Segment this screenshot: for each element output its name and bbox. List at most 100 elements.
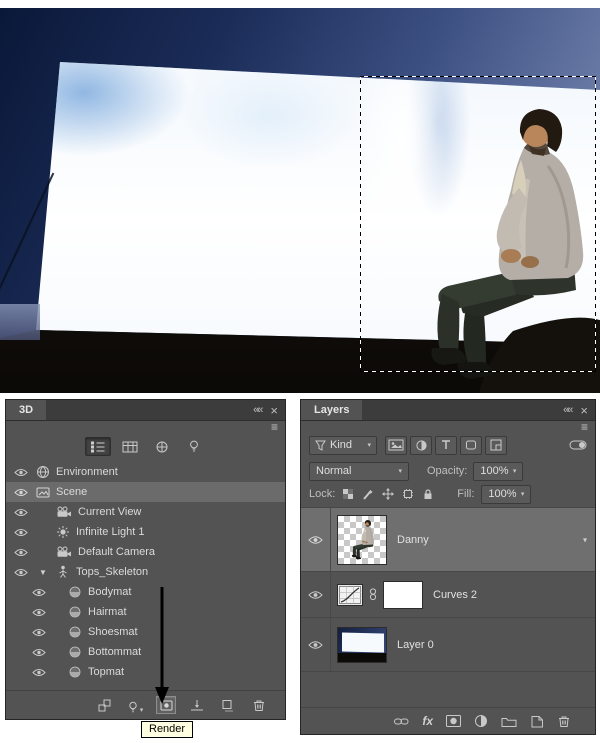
- 3d-row-bottommat[interactable]: Bottommat: [6, 642, 285, 662]
- 3d-row-label: Tops_Skeleton: [76, 566, 149, 578]
- lock-paint-icon[interactable]: [362, 488, 374, 500]
- visibility-eye-icon[interactable]: [12, 548, 30, 557]
- cubes-icon[interactable]: [94, 696, 114, 714]
- new-adjustment-layer-icon[interactable]: [474, 714, 488, 728]
- 3d-row-environment[interactable]: Environment: [6, 462, 285, 482]
- tab-3d[interactable]: 3D: [6, 400, 47, 420]
- 3d-row-label: Hairmat: [88, 606, 127, 618]
- filter-meshes-button[interactable]: [117, 437, 143, 456]
- 3d-row-default-camera[interactable]: Default Camera: [6, 542, 285, 562]
- collapse-panel-icon[interactable]: ««: [563, 404, 573, 416]
- shadow-icon[interactable]: [218, 696, 238, 714]
- panel-menu-icon[interactable]: ≡: [581, 420, 588, 434]
- visibility-eye-icon[interactable]: [12, 488, 30, 497]
- visibility-eye-icon[interactable]: [12, 508, 30, 517]
- chevron-down-icon[interactable]: ▾: [583, 535, 587, 544]
- layer-name: Curves 2: [433, 588, 478, 601]
- layer-name: Danny: [397, 533, 429, 546]
- collapse-panel-icon[interactable]: ««: [253, 404, 263, 416]
- lock-move-icon[interactable]: [382, 488, 395, 500]
- layer-row-danny[interactable]: Danny ▾: [301, 508, 595, 572]
- 3d-row-label: Current View: [78, 506, 142, 518]
- 3d-row-current-view[interactable]: Current View: [6, 502, 285, 522]
- lock-artboard-icon[interactable]: [402, 488, 414, 500]
- 3d-row-label: Infinite Light 1: [76, 526, 145, 538]
- lock-transparency-icon[interactable]: [342, 488, 354, 500]
- layer-style-fx-icon[interactable]: fx: [422, 714, 433, 728]
- kind-label: Kind: [330, 439, 353, 451]
- new-group-icon[interactable]: [501, 715, 517, 728]
- caret-down-icon: ▾: [520, 490, 525, 498]
- material-icon: [68, 645, 82, 659]
- expander-open-icon[interactable]: ▼: [36, 568, 50, 577]
- 3d-row-label: Bottommat: [88, 646, 142, 658]
- filter-whole-scene-button[interactable]: [84, 437, 111, 456]
- add-mask-icon[interactable]: [446, 715, 461, 727]
- filter-type-layers-button[interactable]: [435, 435, 457, 455]
- 3d-row-scene[interactable]: Scene: [6, 482, 285, 502]
- adjustment-layer-thumbnail[interactable]: [337, 583, 363, 606]
- 3d-row-bodymat[interactable]: Bodymat: [6, 582, 285, 602]
- 3d-row-shoesmat[interactable]: Shoesmat: [6, 622, 285, 642]
- visibility-eye-icon[interactable]: [30, 648, 48, 657]
- delete-layer-icon[interactable]: [557, 715, 571, 728]
- material-icon: [68, 585, 82, 599]
- selection-marching-ants[interactable]: [360, 76, 596, 372]
- kind-filter-select[interactable]: Kind ▾: [309, 435, 377, 455]
- 3d-row-label: Topmat: [88, 666, 125, 678]
- light-bulb-icon[interactable]: ▾: [125, 696, 145, 714]
- filter-adjustment-layers-button[interactable]: [410, 435, 432, 455]
- trash-icon[interactable]: [249, 696, 269, 714]
- caret-down-icon: ▾: [512, 467, 517, 475]
- filter-materials-button[interactable]: [149, 437, 175, 456]
- 3d-panel-header: 3D «« ×: [6, 400, 285, 421]
- opacity-value: 100%: [480, 465, 509, 477]
- close-panel-icon[interactable]: ×: [580, 403, 588, 418]
- blend-mode-select[interactable]: Normal ▾: [309, 461, 409, 481]
- layer-row-curves-2[interactable]: Curves 2: [301, 572, 595, 618]
- tab-layers[interactable]: Layers: [301, 400, 363, 420]
- camera-icon: [56, 506, 72, 518]
- layer-row-layer-0[interactable]: Layer 0: [301, 618, 595, 672]
- 3d-row-label: Bodymat: [88, 586, 132, 598]
- new-layer-icon[interactable]: [530, 715, 544, 728]
- filter-lights-button[interactable]: [181, 437, 207, 456]
- visibility-eye-icon[interactable]: [30, 608, 48, 617]
- filter-smart-objects-button[interactable]: [485, 435, 507, 455]
- visibility-eye-icon[interactable]: [12, 528, 30, 537]
- visibility-eye-icon[interactable]: [301, 618, 331, 671]
- layer-thumbnail[interactable]: [337, 514, 387, 565]
- 3d-panel: 3D «« × ≡ Environment Scene Current View…: [5, 399, 286, 720]
- visibility-eye-icon[interactable]: [30, 588, 48, 597]
- visibility-eye-icon[interactable]: [12, 468, 30, 477]
- opacity-select[interactable]: 100% ▾: [473, 461, 524, 481]
- fill-select[interactable]: 100% ▾: [481, 484, 532, 504]
- 3d-row-topmat[interactable]: Topmat: [6, 662, 285, 682]
- fill-label: Fill:: [457, 488, 475, 500]
- lock-all-icon[interactable]: [422, 488, 434, 500]
- filter-pixel-layers-button[interactable]: [385, 435, 407, 455]
- canvas-photo[interactable]: [0, 8, 600, 393]
- scene-tree-icon: [90, 441, 104, 453]
- workspace: 3D «« × ≡ Environment Scene Current View…: [0, 0, 600, 743]
- 3d-row-tops-skeleton[interactable]: ▼ Tops_Skeleton: [6, 562, 285, 582]
- close-panel-icon[interactable]: ×: [270, 403, 278, 418]
- visibility-eye-icon[interactable]: [301, 508, 331, 571]
- caret-down-icon: ▾: [139, 707, 144, 714]
- layer-thumbnail[interactable]: [337, 626, 387, 663]
- layer-mask-thumbnail[interactable]: [383, 580, 423, 609]
- ground-plane-icon[interactable]: [187, 696, 207, 714]
- link-layers-icon[interactable]: [394, 715, 409, 728]
- filter-shape-layers-button[interactable]: [460, 435, 482, 455]
- visibility-eye-icon[interactable]: [12, 568, 30, 577]
- panel-menu-icon[interactable]: ≡: [271, 420, 278, 434]
- 3d-row-infinite-light-1[interactable]: Infinite Light 1: [6, 522, 285, 542]
- link-icon[interactable]: [368, 588, 378, 601]
- 3d-row-hairmat[interactable]: Hairmat: [6, 602, 285, 622]
- visibility-eye-icon[interactable]: [301, 572, 331, 617]
- filtering-toggle-icon[interactable]: [569, 438, 587, 452]
- thumb-screen: [342, 632, 385, 653]
- visibility-eye-icon[interactable]: [30, 628, 48, 637]
- visibility-eye-icon[interactable]: [30, 668, 48, 677]
- layers-bottom-toolbar: fx: [301, 707, 595, 734]
